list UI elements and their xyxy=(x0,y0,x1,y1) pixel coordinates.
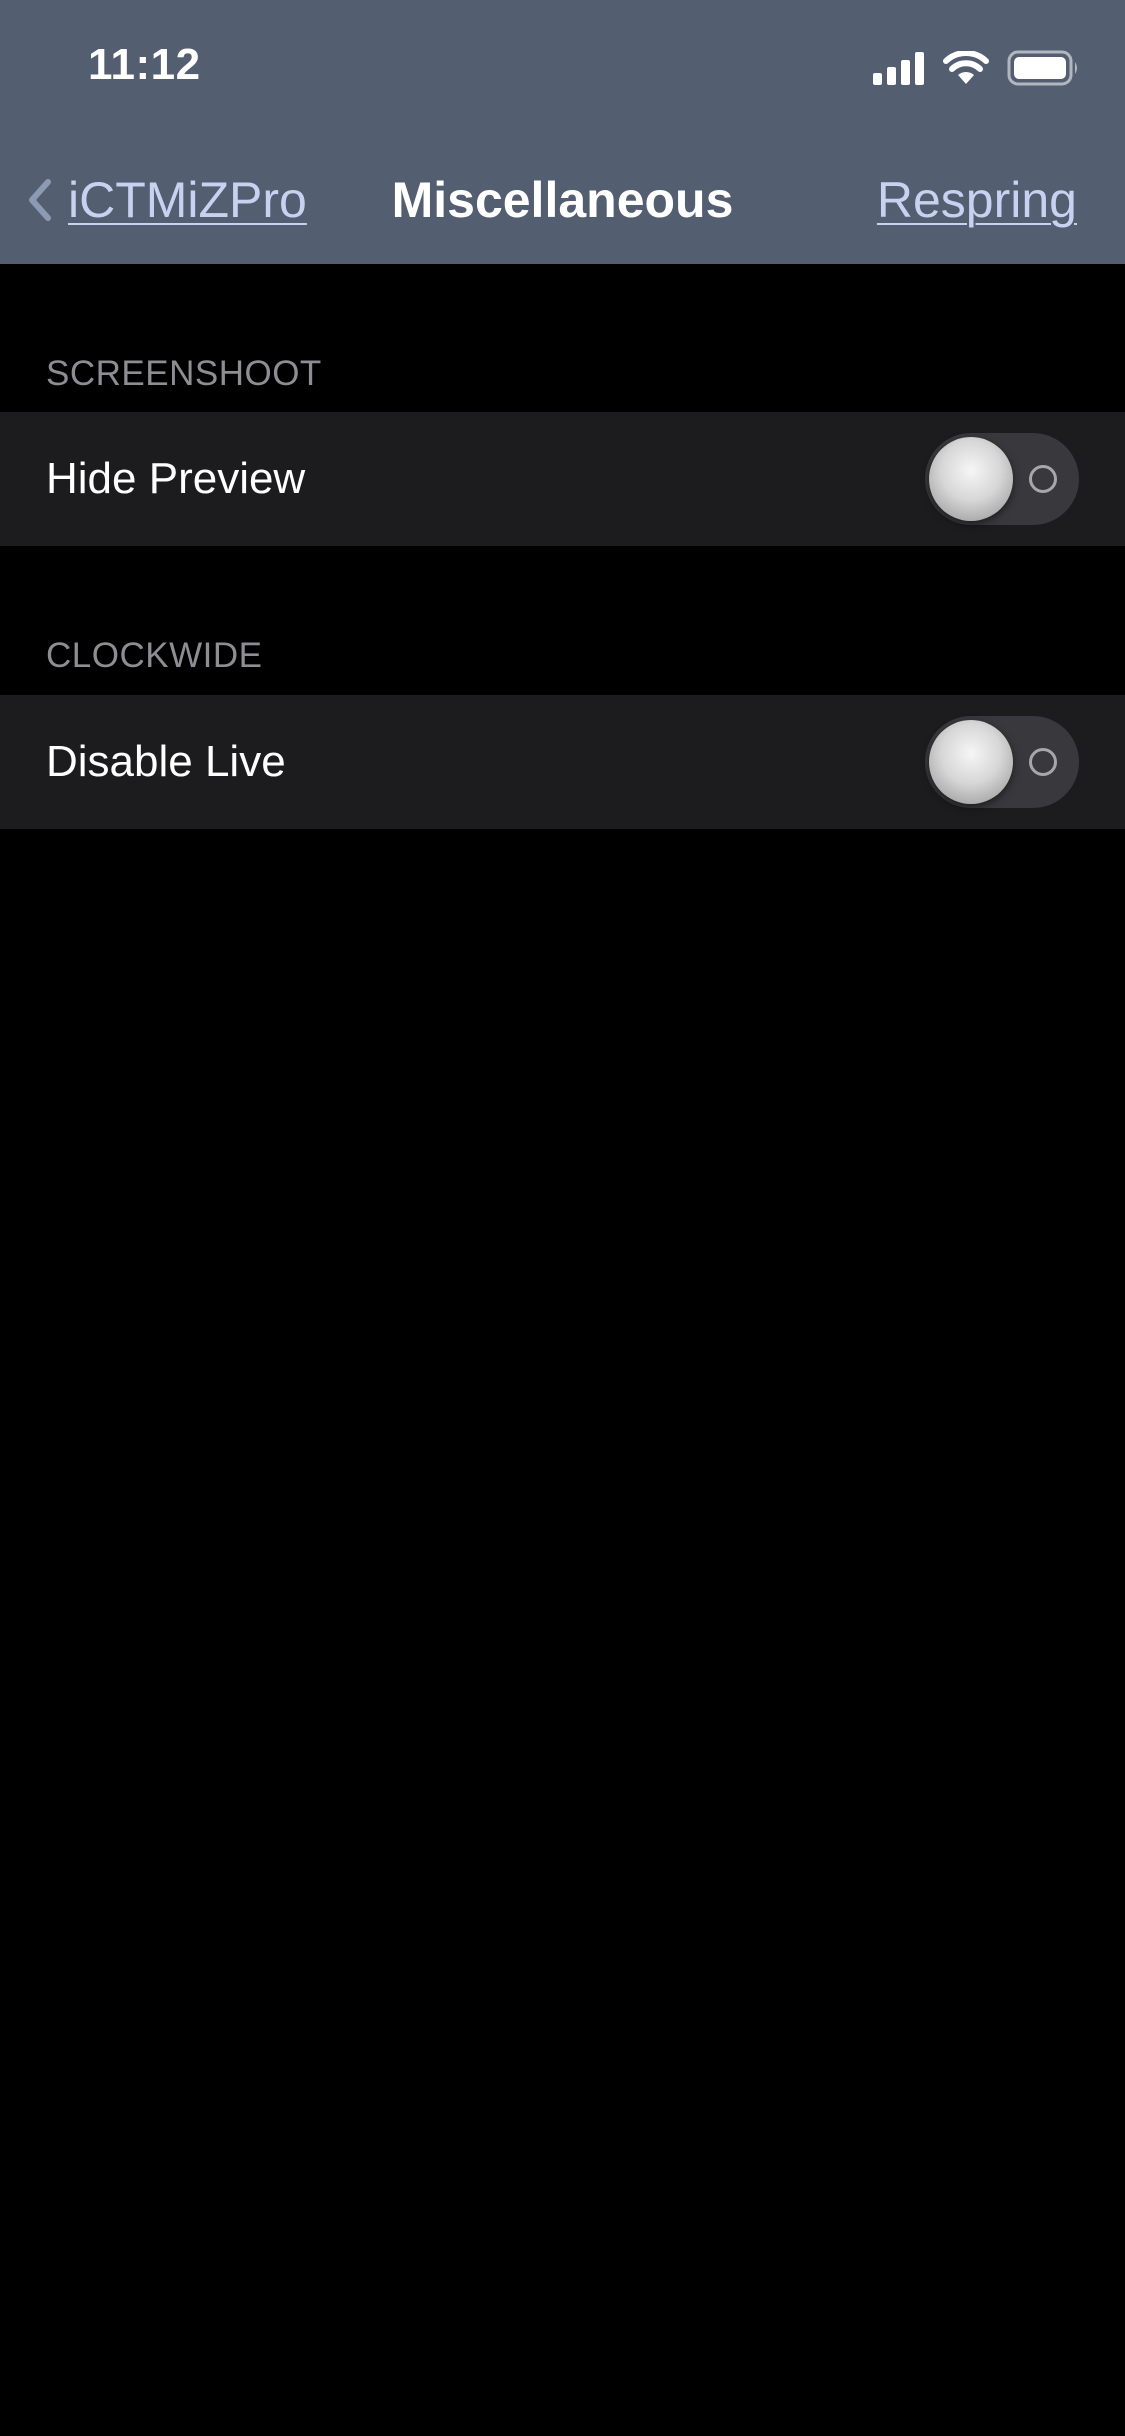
battery-icon xyxy=(1007,50,1077,86)
status-time: 11:12 xyxy=(88,40,201,89)
chevron-left-icon xyxy=(29,179,51,221)
wifi-icon xyxy=(943,51,989,84)
back-button[interactable]: iCTMiZPro xyxy=(26,170,307,230)
switch-off-indicator-icon xyxy=(1029,465,1057,493)
section-header-clockwide: CLOCKWIDE xyxy=(46,636,263,675)
disable-live-toggle[interactable] xyxy=(925,716,1079,808)
switch-knob xyxy=(929,720,1013,804)
back-button-label: iCTMiZPro xyxy=(68,172,307,228)
row-label: Hide Preview xyxy=(46,454,306,503)
settings-row-disable-live: Disable Live xyxy=(0,695,1125,829)
switch-off-indicator-icon xyxy=(1029,748,1057,776)
settings-row-hide-preview: Hide Preview xyxy=(0,412,1125,546)
hide-preview-toggle[interactable] xyxy=(925,433,1079,525)
cellular-signal-icon xyxy=(873,52,924,85)
switch-knob xyxy=(929,437,1013,521)
respring-button[interactable]: Respring xyxy=(877,170,1077,230)
navigation-bar: 11:12 iCTMiZPro Miscellaneous Respring xyxy=(0,0,1125,264)
row-label: Disable Live xyxy=(46,737,286,786)
section-header-screenshoot: SCREENSHOOT xyxy=(46,354,322,393)
status-icons xyxy=(873,48,1081,88)
